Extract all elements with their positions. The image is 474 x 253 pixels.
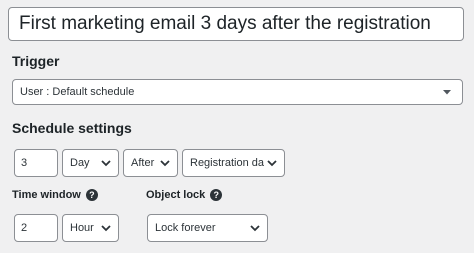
schedule-settings-heading: Schedule settings — [12, 120, 132, 136]
time-window-unit-value: Hour — [70, 222, 94, 234]
help-icon[interactable]: ? — [85, 189, 98, 201]
schedule-unit-select[interactable]: Day — [62, 149, 119, 177]
schedule-relation-select[interactable]: After — [123, 149, 178, 177]
time-window-unit-select[interactable]: Hour — [62, 214, 119, 242]
chevron-down-icon — [250, 225, 260, 232]
object-lock-value: Lock forever — [155, 222, 216, 234]
trigger-select-value: User : Default schedule — [20, 86, 135, 98]
schedule-event-select[interactable]: Registration date — [182, 149, 285, 177]
chevron-down-icon — [101, 225, 111, 232]
time-window-label-text: Time window — [12, 189, 81, 201]
schedule-event-value: Registration date — [190, 157, 264, 169]
trigger-select[interactable]: User : Default schedule — [12, 79, 463, 105]
trigger-heading: Trigger — [12, 53, 60, 69]
chevron-down-icon — [160, 160, 170, 167]
object-lock-select[interactable]: Lock forever — [147, 214, 268, 242]
chevron-down-icon — [101, 160, 111, 167]
time-window-amount-input[interactable] — [14, 214, 58, 242]
help-icon[interactable]: ? — [210, 189, 223, 201]
triangle-down-icon — [443, 90, 451, 95]
object-lock-label: Object lock ? — [146, 189, 223, 201]
time-window-label: Time window ? — [12, 189, 98, 201]
schedule-unit-value: Day — [70, 157, 90, 169]
email-title-input[interactable] — [8, 7, 464, 41]
object-lock-label-text: Object lock — [146, 189, 206, 201]
schedule-relation-value: After — [131, 157, 155, 169]
chevron-down-icon — [267, 160, 277, 167]
schedule-amount-input[interactable] — [14, 149, 58, 177]
